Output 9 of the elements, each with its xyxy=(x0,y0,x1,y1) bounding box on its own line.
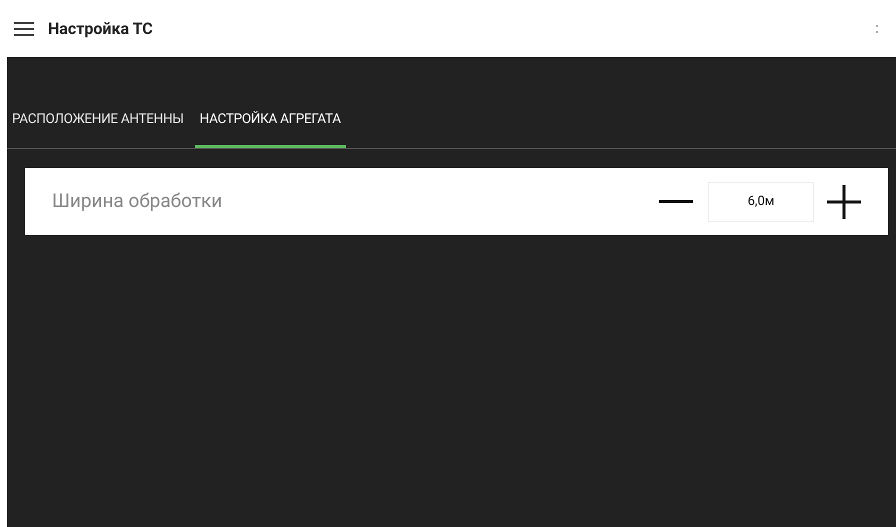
more-options-icon[interactable] xyxy=(875,22,879,34)
value-field[interactable]: 6,0м xyxy=(708,182,814,222)
minus-icon xyxy=(659,200,693,204)
app-title: Настройка ТС xyxy=(48,18,154,40)
setting-label: Ширина обработки xyxy=(52,188,224,214)
plus-icon xyxy=(827,184,861,218)
tab[interactable]: РАСПОЛОЖЕНИЕ АНТЕННЫ xyxy=(7,94,189,148)
tab[interactable]: НАСТРОЙКА АГРЕГАТА xyxy=(194,94,346,148)
menu-icon[interactable] xyxy=(14,20,34,36)
